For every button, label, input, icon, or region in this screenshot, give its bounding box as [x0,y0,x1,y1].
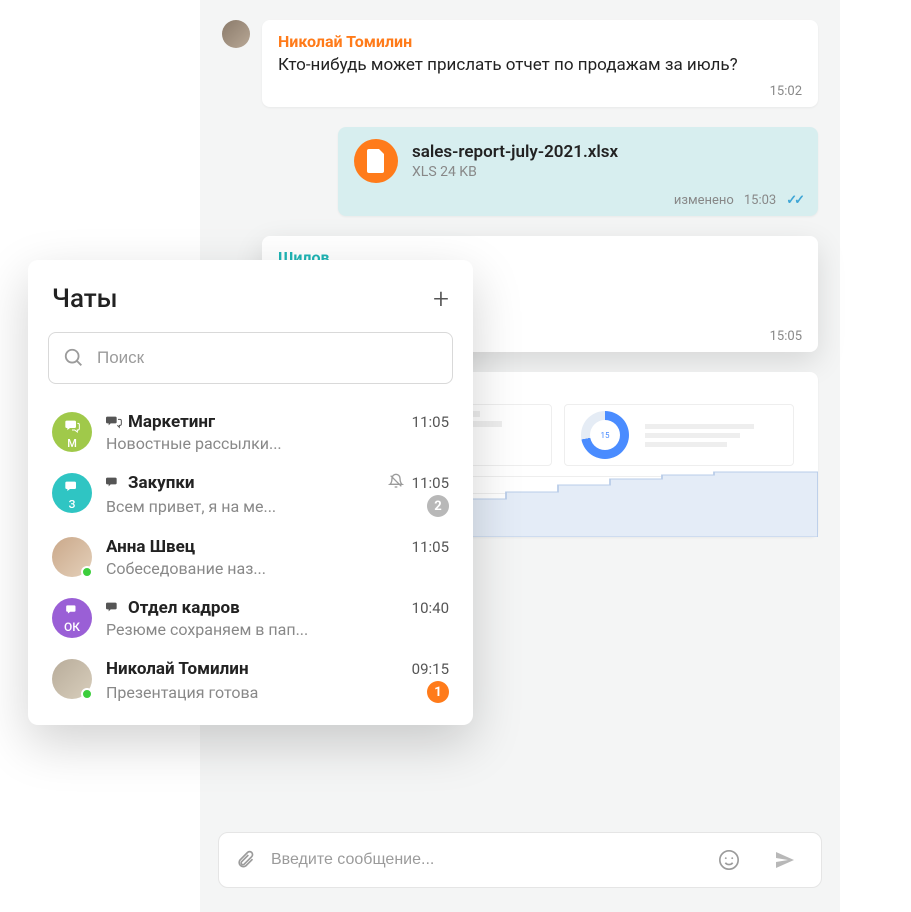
message-row: sales-report-july-2021.xlsx XLS 24 KB из… [222,127,818,216]
search-input[interactable] [97,348,438,368]
message-time: 15:03 [744,193,776,208]
message-time: 15:02 [278,84,802,99]
presence-indicator [81,566,93,578]
chat-time: 11:05 [412,413,449,431]
chat-avatar: ОК [52,598,92,638]
file-name: sales-report-july-2021.xlsx [412,142,618,162]
chat-name: Маркетинг [106,412,215,432]
unread-badge: 2 [427,495,449,517]
chat-avatar: М [52,412,92,452]
read-receipt-icon: ✓✓ [786,193,802,208]
mute-icon [388,473,404,493]
emoji-button[interactable] [715,846,743,874]
search-icon [63,347,85,369]
chats-title: Чаты [52,284,118,314]
chat-preview: Новостные рассылки... [106,434,449,453]
message-bubble[interactable]: Николай Томилин Кто-нибудь может прислат… [262,20,818,107]
channel-icon [106,476,122,490]
message-composer [218,832,822,888]
chat-item-anna[interactable]: Анна Швец 11:05 Собеседование наз... [48,527,453,588]
chat-time: 11:05 [412,474,449,492]
presence-indicator [81,688,93,700]
avatar [222,20,250,48]
attach-button[interactable] [231,846,259,874]
file-meta: XLS 24 KB [412,164,618,180]
chat-item-nikolay[interactable]: Николай Томилин 09:15 Презентация готова… [48,649,453,713]
chats-panel: Чаты + М Маркетинг 11:05 Новостные [28,260,473,725]
message-input[interactable] [271,851,703,869]
chat-item-hr[interactable]: ОК Отдел кадров 10:40 Резюме сохраняем в… [48,588,453,649]
message-bubble-file[interactable]: sales-report-july-2021.xlsx XLS 24 KB из… [338,127,818,216]
chat-preview: Всем привет, я на ме... [106,497,417,516]
message-text: Кто-нибудь может прислать отчет по прода… [278,53,802,78]
chat-item-marketing[interactable]: М Маркетинг 11:05 Новостные рассылки... [48,402,453,463]
unread-badge: 1 [427,681,449,703]
chat-item-purchases[interactable]: З Закупки 11:05 Всем привет, я на ме... … [48,463,453,527]
channel-icon [106,415,122,429]
chat-name: Отдел кадров [106,598,240,618]
message-sender: Николай Томилин [278,32,802,51]
chat-time: 11:05 [412,538,449,556]
message-status: изменено [674,193,734,208]
message-status-row: изменено 15:03 ✓✓ [354,193,802,208]
send-button[interactable] [761,832,809,888]
chat-preview: Собеседование наз... [106,559,449,578]
chat-name: Закупки [106,473,195,493]
chat-preview: Презентация готова [106,683,417,702]
chat-time: 10:40 [412,599,449,617]
chat-avatar: З [52,473,92,513]
file-attachment[interactable]: sales-report-july-2021.xlsx XLS 24 KB [354,139,802,183]
chat-name: Николай Томилин [106,659,249,679]
chat-avatar [52,659,92,699]
chat-name: Анна Швец [106,537,195,557]
chat-list: М Маркетинг 11:05 Новостные рассылки... … [48,402,453,713]
message-row: Николай Томилин Кто-нибудь может прислат… [222,20,818,107]
channel-icon [106,601,122,615]
search-box[interactable] [48,332,453,384]
file-icon [354,139,398,183]
chat-preview: Резюме сохраняем в пап... [106,620,449,639]
chat-time: 09:15 [412,660,449,678]
chat-avatar [52,537,92,577]
new-chat-button[interactable]: + [433,285,449,313]
